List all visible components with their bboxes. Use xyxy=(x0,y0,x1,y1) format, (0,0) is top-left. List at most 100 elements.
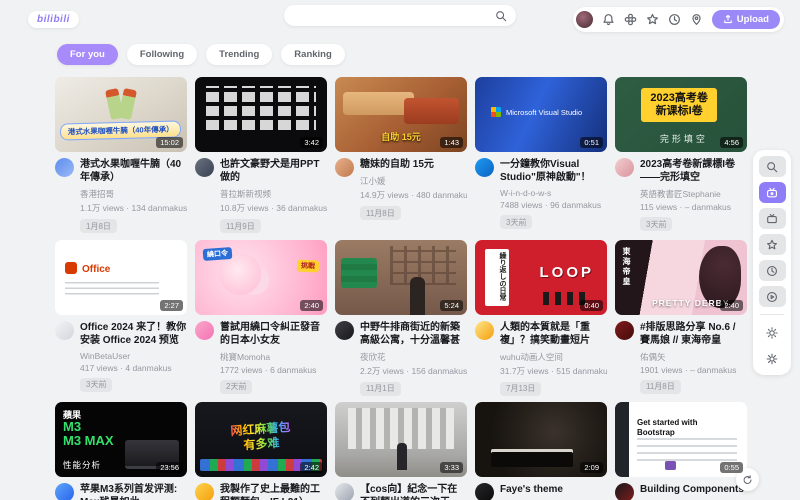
uploader-name[interactable]: WinBetaUser xyxy=(80,351,187,361)
video-thumbnail[interactable]: 2:40 繞口令挑戰 xyxy=(195,240,327,315)
uploader-name[interactable]: 英語教書匠Stephanie xyxy=(640,188,747,200)
video-thumbnail[interactable]: 5:24 xyxy=(335,240,467,315)
video-thumbnail[interactable]: 3:33 xyxy=(335,402,467,477)
uploader-avatar[interactable] xyxy=(615,483,634,500)
duration-badge: 3:33 xyxy=(440,462,463,473)
rail-search-button[interactable] xyxy=(759,156,786,177)
uploader-avatar[interactable] xyxy=(335,321,354,340)
video-thumbnail[interactable]: 2:42 网红麻薯包 有多难 xyxy=(195,402,327,477)
uploader-avatar[interactable] xyxy=(195,321,214,340)
thumbnail-overlay: 繰り返しの日常 xyxy=(485,249,509,306)
search-icon[interactable] xyxy=(495,10,507,22)
uploader-name[interactable]: 夜欣花 xyxy=(360,351,467,363)
upload-button[interactable]: Upload xyxy=(712,10,780,29)
thumbnail-overlay: PRETTY DERBY xyxy=(652,298,730,308)
video-card: 1:43 自助 15元 糖妹的自助 15元 江小媛 14.9万 views · … xyxy=(335,77,467,234)
rail-theme-button[interactable] xyxy=(759,322,786,343)
upload-date-badge: 11月9日 xyxy=(220,219,261,233)
uploader-avatar[interactable] xyxy=(55,158,74,177)
tab-trending[interactable]: Trending xyxy=(206,44,272,65)
video-thumbnail[interactable]: 3:42 xyxy=(195,77,327,152)
video-thumbnail[interactable]: 1:43 自助 15元 xyxy=(335,77,467,152)
uploader-avatar[interactable] xyxy=(335,158,354,177)
video-card: 4:56 2023高考卷 新课标I卷完形填空 2023高考卷新課標I卷——完形填… xyxy=(615,77,747,234)
video-thumbnail[interactable]: 2:40 東海帝皇PRETTY DERBY xyxy=(615,240,747,315)
uploader-name[interactable]: 佑偶矢 xyxy=(640,351,747,363)
uploader-name[interactable]: W-i-n-d-o-w-s xyxy=(500,188,607,198)
video-title[interactable]: Building Components xyxy=(640,483,744,496)
video-title[interactable]: 苹果M3系列首发评测: Max残暴如此 xyxy=(80,483,187,500)
rail-home-button[interactable] xyxy=(759,182,786,203)
video-thumbnail[interactable]: 0:55 Get started with Bootstrap xyxy=(615,402,747,477)
video-title[interactable]: #排版思路分享 No.6 / 賽馬娘 // 東海帝皇 xyxy=(640,321,747,347)
video-thumbnail[interactable]: 23:56 蘋果M3 M3 MAX性能分析 xyxy=(55,402,187,477)
uploader-avatar[interactable] xyxy=(475,483,494,500)
video-card: 2:40 繞口令挑戰 嘗試用繞口令糾正發音的日本小女友 桃寶Momoha 177… xyxy=(195,240,327,397)
video-thumbnail[interactable]: 15:02 港式水果咖喱牛腩（40年傳承） xyxy=(55,77,187,152)
thumbnail-overlay xyxy=(665,461,676,470)
pin-icon[interactable] xyxy=(690,13,703,26)
uploader-avatar[interactable] xyxy=(195,158,214,177)
star-icon[interactable] xyxy=(646,13,659,26)
bilibili-logo[interactable]: bilibili xyxy=(28,11,79,28)
video-title[interactable]: 也許文豪野犬是用PPT做的 xyxy=(220,158,327,184)
views-danmaku-count: 31.7万 views · 515 danmakus xyxy=(500,365,607,377)
uploader-name[interactable]: wuhu动画人空间 xyxy=(500,351,607,363)
video-title[interactable]: 港式水果咖喱牛腩（40年傳承） xyxy=(80,158,187,184)
tab-ranking[interactable]: Ranking xyxy=(281,44,344,65)
video-title[interactable]: Office 2024 来了！教你安装 Office 2024 预览版! xyxy=(80,321,187,347)
video-info: 2023高考卷新課標I卷——完形填空 英語教書匠Stephanie 115 vi… xyxy=(615,158,747,232)
clover-icon[interactable] xyxy=(624,13,637,26)
tab-for-you[interactable]: For you xyxy=(57,44,118,65)
upload-date-badge: 3天前 xyxy=(80,378,112,392)
search-input[interactable] xyxy=(284,10,495,21)
duration-badge: 23:56 xyxy=(156,462,183,473)
video-thumbnail[interactable]: 0:40 繰り返しの日常LOOP xyxy=(475,240,607,315)
video-title[interactable]: 一分鐘教你Visual Studio"原神啟動"！（適用於Blend） xyxy=(500,158,607,184)
video-title[interactable]: 糖妹的自助 15元 xyxy=(360,158,467,171)
rail-settings-button[interactable] xyxy=(759,348,786,369)
duration-badge: 15:02 xyxy=(156,137,183,148)
rail-creation-button[interactable] xyxy=(759,286,786,307)
video-title[interactable]: 我製作了史上最難的工程類麵包，IF L21） xyxy=(220,483,327,500)
upload-button-label: Upload xyxy=(737,14,769,25)
uploader-avatar[interactable] xyxy=(475,158,494,177)
side-rail xyxy=(753,150,791,375)
uploader-avatar[interactable] xyxy=(475,321,494,340)
video-title[interactable]: 嘗試用繞口令糾正發音的日本小女友 xyxy=(220,321,327,347)
uploader-name[interactable]: 江小媛 xyxy=(360,175,467,187)
uploader-avatar[interactable] xyxy=(615,158,634,177)
thumbnail-overlay xyxy=(491,107,501,117)
uploader-avatar[interactable] xyxy=(335,483,354,500)
video-title[interactable]: 人類的本質就是「重複」？搞笑動畫短片《LOOP》 xyxy=(500,321,607,347)
uploader-avatar[interactable] xyxy=(615,321,634,340)
video-thumbnail[interactable]: 0:51 Microsoft Visual Studio xyxy=(475,77,607,152)
video-title[interactable]: Faye's theme xyxy=(500,483,592,496)
video-title[interactable]: 中野牛排商街近的新築高級公寓，十分溫馨甚至九分乾淨 xyxy=(360,321,467,347)
uploader-avatar[interactable] xyxy=(55,321,74,340)
rail-tv-button[interactable] xyxy=(759,208,786,229)
user-avatar[interactable] xyxy=(576,11,593,28)
video-info: 人類的本質就是「重複」？搞笑動畫短片《LOOP》 wuhu动画人空间 31.7万… xyxy=(475,321,607,397)
video-title[interactable]: 2023高考卷新課標I卷——完形填空 xyxy=(640,158,747,184)
video-thumbnail[interactable]: 2:27 Office xyxy=(55,240,187,315)
tab-following[interactable]: Following xyxy=(127,44,197,65)
uploader-avatar[interactable] xyxy=(55,483,74,500)
search-bar[interactable] xyxy=(284,5,516,26)
video-thumbnail[interactable]: 2:09 xyxy=(475,402,607,477)
uploader-name[interactable]: 普拉斯新视频 xyxy=(220,188,327,200)
bell-icon[interactable] xyxy=(602,13,615,26)
upload-date-badge: 3天前 xyxy=(640,217,672,231)
views-danmaku-count: 1.1万 views · 134 danmakus xyxy=(80,202,187,214)
thumbnail-overlay: 完形填空 xyxy=(660,132,708,145)
uploader-name[interactable]: 香港招哥 xyxy=(80,188,187,200)
uploader-name[interactable]: 桃寶Momoha xyxy=(220,351,327,363)
rail-history-button[interactable] xyxy=(759,260,786,281)
video-thumbnail[interactable]: 4:56 2023高考卷 新课标I卷完形填空 xyxy=(615,77,747,152)
uploader-avatar[interactable] xyxy=(195,483,214,500)
history-icon[interactable] xyxy=(668,13,681,26)
video-title[interactable]: 【cos向】紀念一下在不列顛出道的三次王 xyxy=(360,483,467,500)
rail-star-button[interactable] xyxy=(759,234,786,255)
video-card: 2:09 Faye's theme Verser凡聖 777 views · –… xyxy=(475,402,607,500)
thumbnail-overlay: 東海帝皇 xyxy=(621,247,632,287)
